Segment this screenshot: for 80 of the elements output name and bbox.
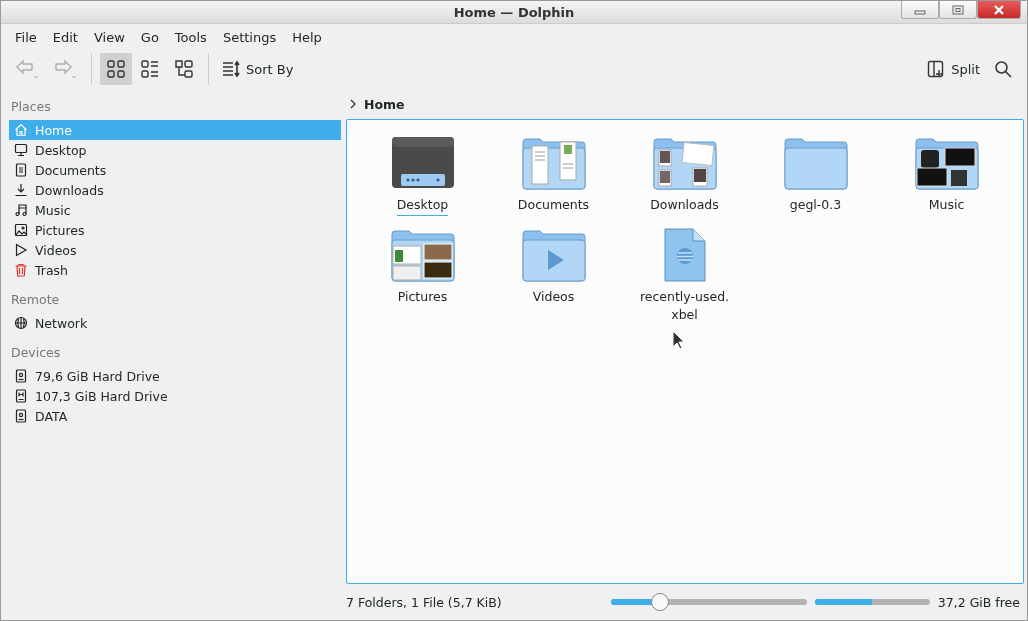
music-note-icon bbox=[14, 203, 28, 217]
back-arrow-icon bbox=[14, 58, 40, 80]
menu-item[interactable]: Tools bbox=[166, 30, 215, 45]
sidebar-item[interactable]: Network bbox=[9, 313, 341, 333]
drive-icon bbox=[14, 369, 28, 383]
menu-item[interactable]: View bbox=[85, 30, 133, 45]
sort-by-button[interactable]: Sort By bbox=[217, 53, 299, 85]
grid-entry[interactable]: Music bbox=[881, 136, 1012, 216]
sidebar-item[interactable]: Desktop bbox=[9, 140, 341, 160]
file-name: Downloads bbox=[650, 196, 719, 214]
section-heading: Remote bbox=[10, 291, 61, 309]
sidebar-item[interactable]: Pictures bbox=[9, 220, 341, 240]
close-button[interactable] bbox=[977, 1, 1021, 19]
file-name: recently-used. xbel bbox=[639, 288, 730, 324]
menu-item[interactable]: File bbox=[7, 30, 45, 45]
downloads-folder-icon bbox=[652, 136, 717, 190]
file-name: Music bbox=[928, 196, 965, 214]
file-name: Pictures bbox=[397, 288, 448, 306]
grid-entry[interactable]: Documents bbox=[488, 136, 619, 216]
free-space-label: 37,2 GiB free bbox=[937, 594, 1020, 610]
menu-item[interactable]: Help bbox=[284, 30, 330, 45]
window-title: Home — Dolphin bbox=[453, 4, 575, 20]
status-summary: 7 Folders, 1 File (5,7 KiB) bbox=[346, 594, 502, 610]
sidebar-item[interactable]: DATA bbox=[9, 406, 341, 426]
download-icon bbox=[14, 183, 28, 197]
desktop-folder-icon bbox=[390, 136, 455, 190]
grid-entry[interactable]: gegl-0.3 bbox=[750, 136, 881, 216]
mouse-pointer-icon bbox=[672, 330, 686, 350]
grid-entry[interactable]: Pictures bbox=[357, 228, 488, 325]
sort-icon bbox=[222, 60, 240, 78]
search-icon bbox=[994, 60, 1012, 78]
globe-icon bbox=[14, 316, 28, 330]
detail-list-icon bbox=[140, 59, 160, 79]
sidebar-item[interactable]: Downloads bbox=[9, 180, 341, 200]
minimize-button[interactable] bbox=[901, 1, 939, 19]
section-heading: Places bbox=[10, 98, 52, 116]
slider-thumb[interactable] bbox=[650, 593, 669, 611]
sidebar-item[interactable]: 79,6 GiB Hard Drive bbox=[9, 366, 341, 386]
sidebar-item[interactable]: Documents bbox=[9, 160, 341, 180]
sidebar-item[interactable]: Videos bbox=[9, 240, 341, 260]
menu-item[interactable]: Settings bbox=[214, 30, 285, 45]
drive-icon bbox=[14, 409, 28, 423]
grid-entry[interactable]: Videos bbox=[488, 228, 619, 325]
monitor-icon bbox=[14, 143, 28, 157]
image-icon bbox=[14, 223, 28, 237]
icon-grid-icon bbox=[106, 59, 126, 79]
music-folder-icon bbox=[914, 136, 979, 190]
file-name: Videos bbox=[532, 288, 575, 306]
drive-icon bbox=[14, 389, 28, 403]
zoom-slider[interactable] bbox=[610, 593, 807, 611]
close-icon bbox=[993, 4, 1005, 15]
split-view-icon bbox=[927, 60, 946, 78]
forward-arrow-icon bbox=[52, 58, 78, 80]
breadcrumb-item[interactable]: Home bbox=[346, 89, 405, 119]
section-heading: Devices bbox=[10, 344, 62, 362]
trash-icon bbox=[14, 263, 28, 277]
grid-entry[interactable]: recently-used. xbel bbox=[619, 228, 750, 325]
file-name: Documents bbox=[517, 196, 590, 214]
chevron-right-icon bbox=[349, 99, 357, 109]
folder-icon bbox=[783, 136, 848, 190]
maximize-icon bbox=[952, 4, 964, 15]
video-folder-icon bbox=[521, 228, 586, 282]
documents-folder-icon bbox=[521, 136, 586, 190]
sidebar-item[interactable]: 107,3 GiB Hard Drive bbox=[9, 386, 341, 406]
sidebar-item[interactable]: Trash bbox=[9, 260, 341, 280]
grid-entry[interactable]: Desktop bbox=[357, 136, 488, 216]
maximize-button[interactable] bbox=[939, 1, 977, 19]
view-mode-button[interactable] bbox=[100, 53, 132, 85]
menu-item[interactable]: Go bbox=[132, 30, 167, 45]
split-button[interactable]: Split bbox=[922, 53, 985, 85]
grid-entry[interactable]: Downloads bbox=[619, 136, 750, 216]
tree-view-icon bbox=[174, 59, 194, 79]
home-icon bbox=[14, 123, 28, 137]
document-icon bbox=[14, 163, 28, 177]
file-name: gegl-0.3 bbox=[789, 196, 842, 214]
file-name: Desktop bbox=[396, 196, 449, 216]
sidebar-item[interactable]: Music bbox=[9, 200, 341, 220]
pictures-folder-icon bbox=[390, 228, 455, 282]
menu-item[interactable]: Edit bbox=[44, 30, 86, 45]
play-icon bbox=[14, 243, 28, 257]
